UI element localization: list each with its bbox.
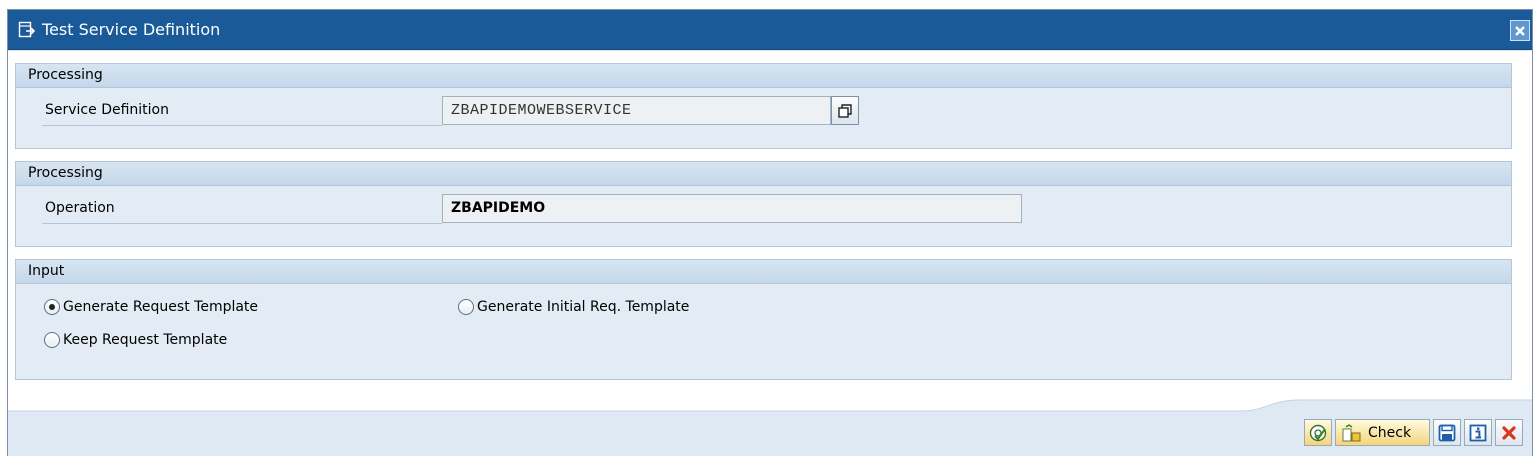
dialog-window: Test Service Definition Processing Servi…	[7, 9, 1533, 456]
info-button[interactable]	[1464, 419, 1492, 446]
group-header: Input	[16, 260, 1511, 284]
group-header: Processing	[16, 64, 1511, 88]
radio-keep-request-template[interactable]: Keep Request Template	[44, 332, 227, 348]
value-help-button[interactable]	[831, 96, 859, 125]
label-underline	[42, 125, 442, 126]
execute-button[interactable]	[1304, 419, 1332, 446]
title-bar: Test Service Definition	[8, 10, 1532, 50]
execute-icon	[1309, 424, 1327, 441]
radio-label: Generate Initial Req. Template	[477, 299, 690, 315]
service-definition-label: Service Definition	[45, 102, 169, 118]
save-button[interactable]	[1433, 419, 1461, 446]
group-header: Processing	[16, 162, 1511, 186]
radio-label: Generate Request Template	[63, 299, 259, 315]
close-button[interactable]	[1510, 20, 1530, 41]
dialog-content: Processing Service Definition ZBAPIDEMOW…	[8, 51, 1532, 411]
operation-label: Operation	[45, 200, 115, 216]
cancel-icon	[1502, 425, 1516, 440]
edit-icon	[18, 21, 36, 39]
cancel-button[interactable]	[1495, 419, 1523, 446]
check-button[interactable]: Check	[1335, 419, 1430, 446]
radio-generate-request-template[interactable]: Generate Request Template	[44, 299, 258, 315]
save-icon	[1438, 424, 1456, 441]
dialog-title: Test Service Definition	[42, 20, 221, 39]
service-definition-field[interactable]: ZBAPIDEMOWEBSERVICE	[442, 96, 831, 125]
radio-label: Keep Request Template	[63, 332, 228, 348]
radio-button[interactable]	[44, 332, 60, 348]
info-icon	[1469, 424, 1487, 441]
operation-field[interactable]: ZBAPIDEMO	[442, 194, 1022, 223]
dialog-footer: Check	[8, 399, 1532, 456]
radio-button-selected[interactable]	[44, 299, 60, 315]
processing-group-operation: Processing Operation ZBAPIDEMO	[15, 161, 1512, 247]
copy-icon	[838, 103, 852, 118]
footer-divider	[8, 399, 1532, 413]
processing-group-service: Processing Service Definition ZBAPIDEMOW…	[15, 63, 1512, 149]
close-icon	[1515, 25, 1525, 36]
radio-generate-initial-template[interactable]: Generate Initial Req. Template	[458, 299, 689, 315]
radio-button[interactable]	[458, 299, 474, 315]
label-underline	[42, 223, 442, 224]
input-group: Input Generate Request Template Generate…	[15, 259, 1512, 380]
check-icon	[1342, 423, 1361, 441]
check-label: Check	[1368, 424, 1412, 441]
